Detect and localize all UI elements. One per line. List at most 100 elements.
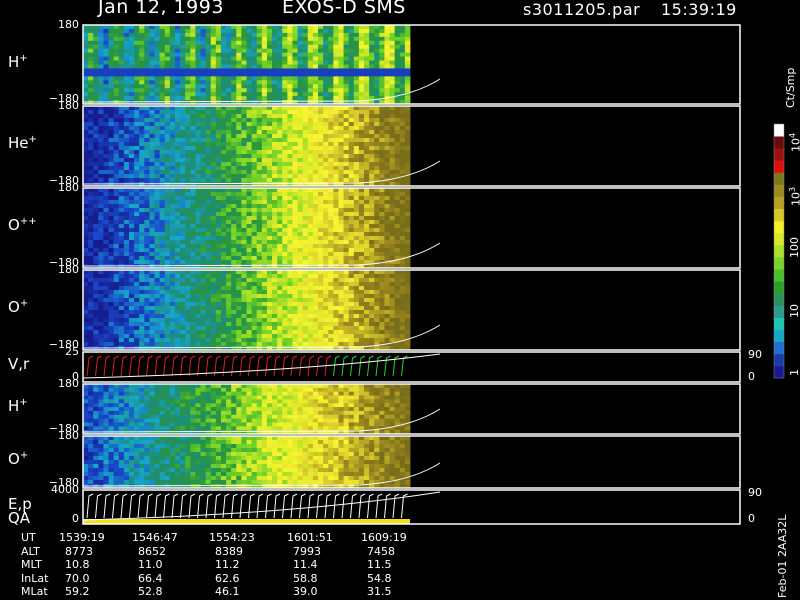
cell-o1-53-3 xyxy=(353,282,360,287)
cell-opp-22-2 xyxy=(195,196,201,201)
cell-o1-41-12 xyxy=(292,318,298,323)
cell-opp-59-4 xyxy=(384,204,390,209)
cell-he-35-13 xyxy=(261,158,268,163)
cell-o1-36-1 xyxy=(266,274,273,279)
cell-opp-11-4 xyxy=(139,204,145,209)
cell-he-22-4 xyxy=(195,122,201,127)
cell-o1-23-1 xyxy=(200,274,207,279)
cell-he-28-5 xyxy=(226,126,232,131)
cell-he-36-7 xyxy=(266,134,273,139)
cell-he-63-9 xyxy=(404,142,411,147)
cell-o1-51-17 xyxy=(343,338,350,343)
cell-opp-13-11 xyxy=(149,232,155,237)
cell-he-8-4 xyxy=(123,122,130,127)
cell-he-63-4 xyxy=(404,122,411,127)
cell-h1-24-15 xyxy=(205,84,212,89)
cell-he-17-16 xyxy=(169,170,176,175)
cell-opp-34-6 xyxy=(256,212,263,217)
cell-he-11-9 xyxy=(139,142,145,147)
cell-o1-6-9 xyxy=(113,306,120,311)
cell-opp-45-7 xyxy=(312,216,319,221)
cell-opp-59-17 xyxy=(384,256,390,261)
cell-opp-52-16 xyxy=(348,252,355,257)
cell-he-51-18 xyxy=(343,178,350,183)
cell-opp-53-4 xyxy=(353,204,360,209)
cell-h1-43-5 xyxy=(302,44,309,50)
cell-o1-3-10 xyxy=(98,310,104,315)
cell-h1-37-18 xyxy=(272,96,278,101)
cell-he-6-3 xyxy=(113,118,120,123)
cell-opp-23-18 xyxy=(200,260,207,265)
cell-o1-47-12 xyxy=(323,318,329,323)
cell-o1-42-13 xyxy=(297,322,304,327)
cell-o1-49-3 xyxy=(333,282,339,287)
cell-he-12-8 xyxy=(144,138,150,143)
cell-h1-2-6 xyxy=(93,48,99,54)
cell-he-5-1 xyxy=(108,110,115,115)
cell-he-29-14 xyxy=(231,162,237,167)
cell-h1-49-6 xyxy=(333,48,339,54)
cell-he-3-8 xyxy=(98,138,104,143)
cell-he-1-10 xyxy=(88,146,94,151)
cell-opp-37-3 xyxy=(272,200,278,205)
cell-opp-55-3 xyxy=(364,200,370,205)
cell-h1-24-17 xyxy=(205,92,212,97)
cell-he-13-5 xyxy=(149,126,155,131)
cell-opp-6-14 xyxy=(113,244,120,249)
cell-opp-12-9 xyxy=(144,224,150,229)
cell-he-40-12 xyxy=(287,154,293,159)
cell-h1-9-8 xyxy=(128,56,135,61)
cell-h1-55-18 xyxy=(364,96,370,101)
cell-opp-5-1 xyxy=(108,192,115,197)
cell-opp-52-14 xyxy=(348,244,355,249)
cell-h1-23-10 xyxy=(200,64,207,69)
cell-o1-35-15 xyxy=(261,330,268,335)
cell-he-26-18 xyxy=(215,178,222,183)
cell-o1-31-7 xyxy=(241,298,247,303)
cell-o1-11-13 xyxy=(139,322,145,327)
cell-o1-36-3 xyxy=(266,282,273,287)
cell-opp-25-14 xyxy=(210,244,217,249)
cell-he-50-4 xyxy=(338,122,344,127)
cell-he-56-13 xyxy=(369,158,375,163)
cell-he-29-9 xyxy=(231,142,237,147)
cell-opp-2-12 xyxy=(93,236,99,241)
cell-opp-58-15 xyxy=(379,248,385,253)
cell-o1-53-10 xyxy=(353,310,360,315)
cell-opp-41-13 xyxy=(292,240,298,245)
cell-h1-38-9 xyxy=(277,60,283,65)
cell-h1-52-6 xyxy=(348,48,355,54)
cell-o1-28-4 xyxy=(226,286,232,291)
cell-o1-0-8 xyxy=(83,302,89,307)
cell-h1-14-9 xyxy=(154,60,161,65)
cell-o1-37-1 xyxy=(272,274,278,279)
cell-opp-49-10 xyxy=(333,228,339,233)
cell-he-57-10 xyxy=(374,146,380,151)
cell-opp-22-9 xyxy=(195,224,201,229)
cell-h1-38-11 xyxy=(277,68,283,73)
cell-opp-6-1 xyxy=(113,192,120,197)
cell-opp-61-7 xyxy=(394,216,401,221)
cell-he-29-1 xyxy=(231,110,237,115)
cell-he-43-7 xyxy=(302,134,309,139)
cell-o1-55-12 xyxy=(364,318,370,323)
cell-opp-28-7 xyxy=(226,216,232,221)
cell-h1-1-15 xyxy=(88,84,94,89)
cell-he-59-14 xyxy=(384,162,390,167)
cell-h1-47-16 xyxy=(323,88,329,93)
cell-h1-2-18 xyxy=(93,96,99,101)
cell-he-46-2 xyxy=(318,114,324,119)
cell-opp-37-13 xyxy=(272,240,278,245)
cell-h1-8-18 xyxy=(123,96,130,101)
cell-opp-3-14 xyxy=(98,244,104,249)
cell-he-29-12 xyxy=(231,154,237,159)
cell-h1-49-9 xyxy=(333,60,339,65)
cell-he-37-15 xyxy=(272,166,278,171)
cell-he-7-8 xyxy=(118,138,125,143)
cell-opp-14-1 xyxy=(154,192,161,197)
cell-opp-16-15 xyxy=(164,248,171,253)
cell-o1-25-3 xyxy=(210,282,217,287)
cell-h1-4-18 xyxy=(103,96,109,101)
cell-h1-6-6 xyxy=(113,48,120,54)
cell-h1-47-7 xyxy=(323,52,329,57)
